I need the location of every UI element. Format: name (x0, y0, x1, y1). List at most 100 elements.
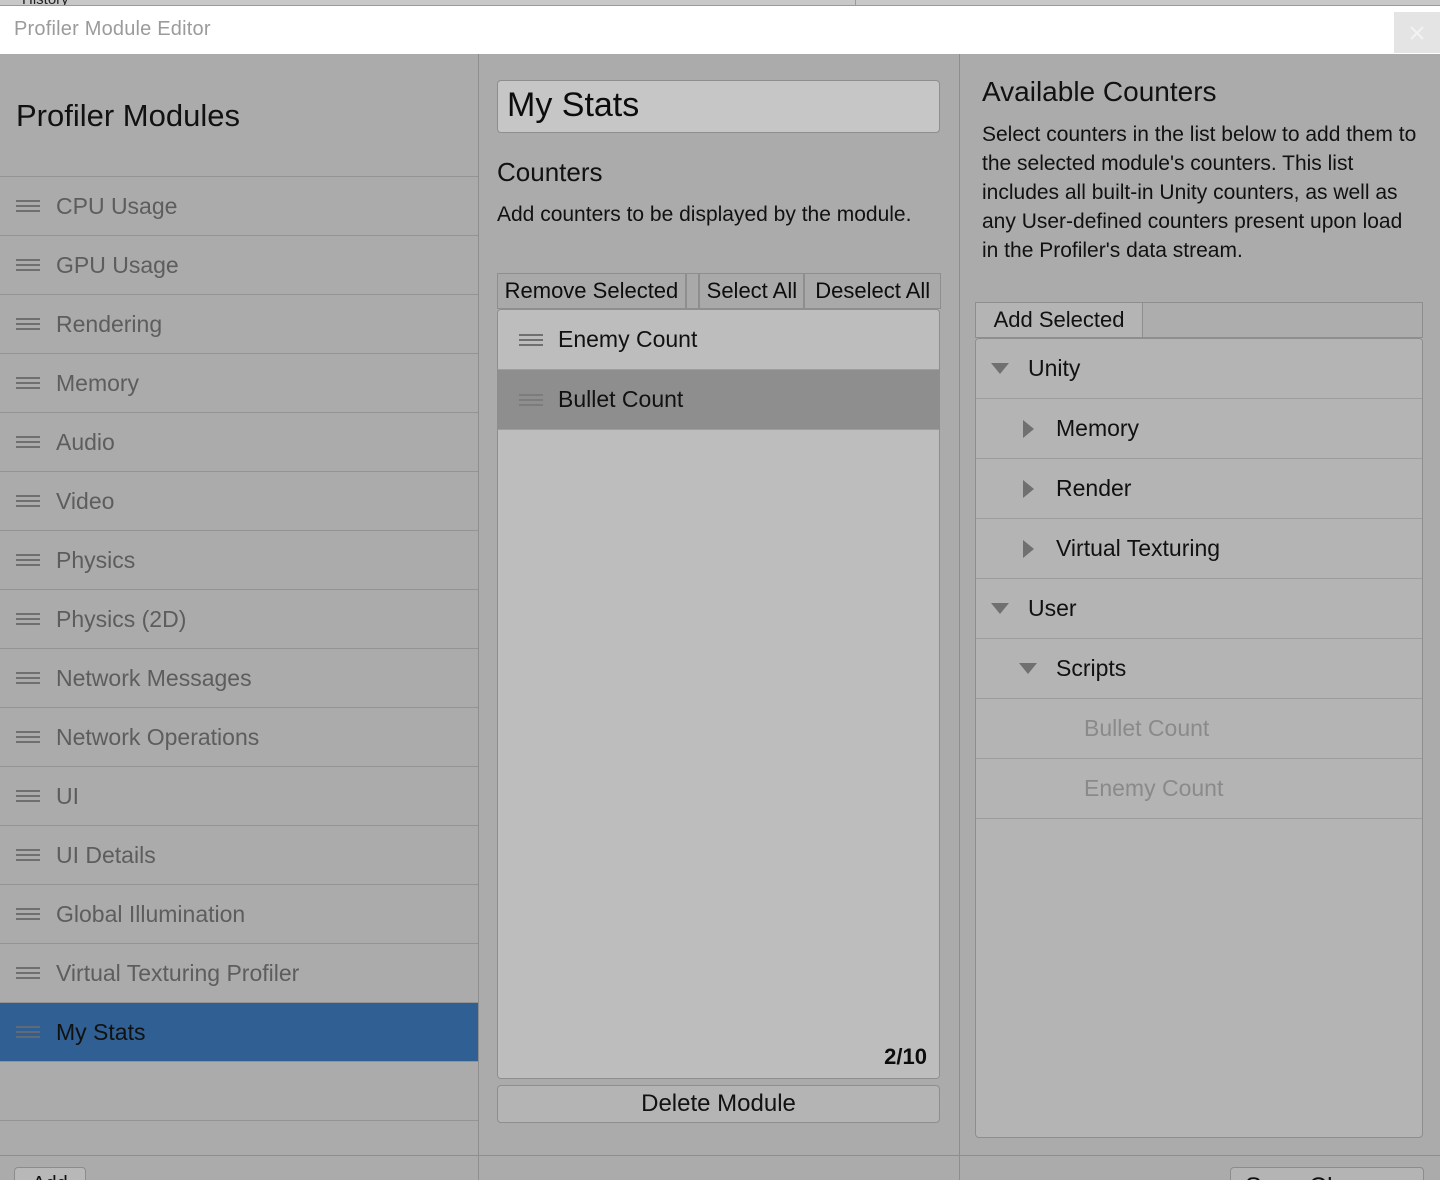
delete-module-button[interactable]: Delete Module (497, 1085, 940, 1123)
drag-handle-icon[interactable] (15, 317, 41, 331)
drag-handle-icon[interactable] (15, 730, 41, 744)
drag-handle-icon[interactable] (518, 393, 544, 407)
drag-handle-icon[interactable] (15, 966, 41, 980)
tree-item-enemy-count[interactable]: Enemy Count (976, 759, 1422, 819)
sidebar-item-label: GPU Usage (56, 252, 179, 279)
tree-item-render[interactable]: Render (976, 459, 1422, 519)
sidebar-item-network-operations[interactable]: Network Operations (0, 707, 478, 767)
chevron-right-icon[interactable] (1018, 539, 1038, 559)
drag-handle-icon[interactable] (15, 553, 41, 567)
drag-handle-icon[interactable] (15, 435, 41, 449)
chevron-down-icon[interactable] (1018, 659, 1038, 679)
available-counters-tree-box[interactable]: Unity Memory Render Virtual Texturing UserSc… (975, 338, 1423, 1138)
drag-handle-icon[interactable] (518, 333, 544, 347)
tree-item-scripts[interactable]: Scripts (976, 639, 1422, 699)
sidebar-item-global-illumination[interactable]: Global Illumination (0, 884, 478, 944)
drag-handle-icon[interactable] (15, 494, 41, 508)
sidebar-item-label: Video (56, 488, 114, 515)
tree-item-memory[interactable]: Memory (976, 399, 1422, 459)
sidebar-item-label: Physics (56, 547, 135, 574)
tree-expander-placeholder (1046, 779, 1066, 799)
remove-selected-button[interactable]: Remove Selected (497, 273, 686, 309)
tree-expander-placeholder (1046, 719, 1066, 739)
add-selected-toolbar: Add Selected (975, 302, 1423, 338)
profiler-modules-list[interactable]: CPU Usage GPU Usage Rendering Memory Audio Vi… (0, 177, 478, 1121)
available-counters-help: Select counters in the list below to add… (982, 120, 1422, 265)
select-all-button[interactable]: Select All (699, 273, 804, 309)
title-bar: Profiler Module Editor (0, 6, 1440, 54)
drag-handle-icon[interactable] (15, 789, 41, 803)
chevron-down-icon[interactable] (990, 359, 1010, 379)
sidebar-item-audio[interactable]: Audio (0, 412, 478, 472)
module-list-empty-row (0, 1061, 478, 1121)
sidebar-item-label: UI (56, 783, 79, 810)
page-title: Profiler Modules (16, 98, 240, 134)
counter-label: Bullet Count (558, 386, 683, 413)
available-counters-panel: Available Counters Select counters in th… (960, 54, 1440, 1180)
sidebar-item-label: Rendering (56, 311, 162, 338)
profiler-module-editor-window: History Profiler Module Editor Profiler … (0, 0, 1440, 1180)
sidebar-item-ui-details[interactable]: UI Details (0, 825, 478, 885)
available-counters-tree[interactable]: Unity Memory Render Virtual Texturing UserSc… (976, 339, 1422, 819)
sidebar-item-label: Virtual Texturing Profiler (56, 960, 299, 987)
module-name-value: My Stats (507, 86, 639, 125)
add-module-button[interactable]: Add (14, 1167, 86, 1180)
footer-divider (479, 1155, 1440, 1156)
counters-help-text: Add counters to be displayed by the modu… (497, 200, 927, 229)
chevron-right-icon[interactable] (1018, 419, 1038, 439)
chevron-right-icon[interactable] (1018, 479, 1038, 499)
sidebar-item-label: CPU Usage (56, 193, 177, 220)
drag-handle-icon[interactable] (15, 258, 41, 272)
tree-item-label: Unity (1028, 355, 1080, 382)
drag-handle-icon[interactable] (15, 671, 41, 685)
sidebar-item-label: Audio (56, 429, 115, 456)
tree-item-unity[interactable]: Unity (976, 339, 1422, 399)
toolbar-spacer (686, 273, 699, 309)
tree-item-label: Enemy Count (1084, 775, 1223, 802)
counter-list-item[interactable]: Bullet Count (498, 370, 939, 430)
sidebar-item-label: My Stats (56, 1019, 145, 1046)
add-selected-toolbar-spacer (1143, 302, 1423, 338)
chevron-down-icon[interactable] (990, 599, 1010, 619)
counter-count-badge: 2/10 (884, 1044, 927, 1070)
sidebar-item-label: Global Illumination (56, 901, 245, 928)
sidebar-item-label: Network Operations (56, 724, 259, 751)
tree-item-user[interactable]: User (976, 579, 1422, 639)
drag-handle-icon[interactable] (15, 1025, 41, 1039)
sidebar-item-memory[interactable]: Memory (0, 353, 478, 413)
deselect-all-button[interactable]: Deselect All (804, 273, 941, 309)
counters-list[interactable]: Enemy Count Bullet Count (498, 310, 939, 430)
editor-body: Profiler Modules CPU Usage GPU Usage Rende… (0, 54, 1440, 1180)
sidebar-item-label: Physics (2D) (56, 606, 186, 633)
close-icon[interactable] (1394, 12, 1440, 53)
drag-handle-icon[interactable] (15, 907, 41, 921)
drag-handle-icon[interactable] (15, 376, 41, 390)
sidebar-item-gpu-usage[interactable]: GPU Usage (0, 235, 478, 295)
sidebar-item-physics-2d[interactable]: Physics (2D) (0, 589, 478, 649)
tree-item-virtual-texturing[interactable]: Virtual Texturing (976, 519, 1422, 579)
sidebar-item-my-stats[interactable]: My Stats (0, 1002, 478, 1062)
sidebar-item-label: Memory (56, 370, 139, 397)
drag-handle-icon[interactable] (15, 199, 41, 213)
sidebar-item-network-messages[interactable]: Network Messages (0, 648, 478, 708)
counters-empty-area (498, 430, 939, 1079)
sidebar-item-rendering[interactable]: Rendering (0, 294, 478, 354)
save-changes-button[interactable]: Save Changes (1230, 1167, 1424, 1180)
sidebar-item-physics[interactable]: Physics (0, 530, 478, 590)
module-name-field[interactable]: My Stats (497, 80, 940, 133)
tree-item-label: Render (1056, 475, 1131, 502)
sidebar-item-cpu-usage[interactable]: CPU Usage (0, 176, 478, 236)
drag-handle-icon[interactable] (15, 848, 41, 862)
counters-list-box[interactable]: Enemy Count Bullet Count 2/10 (497, 309, 940, 1079)
sidebar-item-ui[interactable]: UI (0, 766, 478, 826)
sidebar-item-virtual-texturing-profiler[interactable]: Virtual Texturing Profiler (0, 943, 478, 1003)
sidebar-item-video[interactable]: Video (0, 471, 478, 531)
tree-item-bullet-count[interactable]: Bullet Count (976, 699, 1422, 759)
drag-handle-icon[interactable] (15, 612, 41, 626)
module-details-panel: My Stats Counters Add counters to be dis… (479, 54, 959, 1180)
counter-list-item[interactable]: Enemy Count (498, 310, 939, 370)
sidebar-item-label: UI Details (56, 842, 156, 869)
tree-item-label: Virtual Texturing (1056, 535, 1220, 562)
add-selected-button[interactable]: Add Selected (975, 302, 1143, 338)
left-footer-divider (0, 1155, 478, 1156)
